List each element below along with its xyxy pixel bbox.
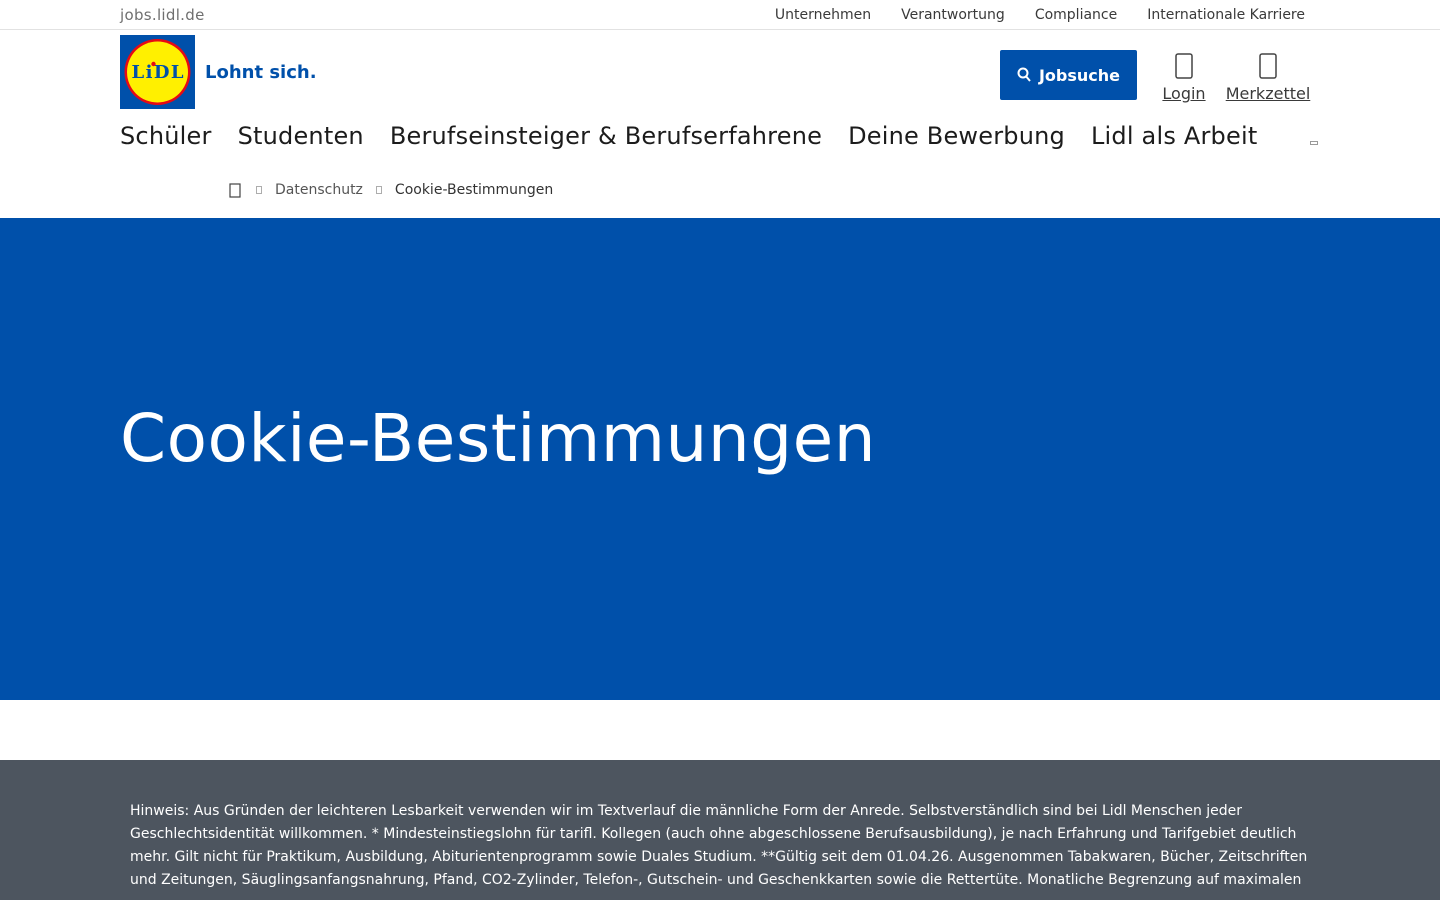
nav-overflow-fade <box>1280 120 1320 160</box>
top-utility-bar: jobs.lidl.de Unternehmen Verantwortung C… <box>0 0 1440 30</box>
chevron-right-icon <box>256 186 262 194</box>
nav-scroll-indicator[interactable] <box>1310 141 1318 145</box>
utility-link-internationale-karriere[interactable]: Internationale Karriere <box>1147 7 1305 23</box>
breadcrumb-item-current: Cookie-Bestimmungen <box>394 182 554 198</box>
merkzettel-label: Merkzettel <box>1225 84 1311 103</box>
page-title: Cookie-Bestimmungen <box>120 400 877 477</box>
main-nav: Schüler Studenten Berufseinsteiger & Beruf… <box>120 122 1320 158</box>
nav-item-lidl-als-arbeitgeber[interactable]: Lidl als Arbeit <box>1091 122 1257 150</box>
footnote-text: Hinweis: Aus Gründen der leichteren Lesb… <box>130 803 1308 888</box>
utility-link-unternehmen[interactable]: Unternehmen <box>775 7 871 23</box>
login-label: Login <box>1162 84 1206 103</box>
lidl-logo[interactable]: LiDL <box>120 35 195 109</box>
search-icon <box>1017 67 1031 82</box>
home-icon[interactable] <box>228 182 242 198</box>
hero-banner: Cookie-Bestimmungen <box>0 218 1440 700</box>
heart-icon <box>1259 53 1277 79</box>
breadcrumb: Datenschutz Cookie-Bestimmungen <box>228 182 553 198</box>
footnote-section: Hinweis: Aus Gründen der leichteren Lesb… <box>0 760 1440 900</box>
jobsearch-button[interactable]: Jobsuche <box>1000 50 1137 100</box>
utility-link-compliance[interactable]: Compliance <box>1035 7 1117 23</box>
site-domain: jobs.lidl.de <box>120 6 205 24</box>
breadcrumb-item-datenschutz[interactable]: Datenschutz <box>275 182 363 198</box>
logo-wordmark: LiDL <box>132 62 184 83</box>
nav-item-studenten[interactable]: Studenten <box>238 122 364 150</box>
slogan: Lohnt sich. <box>205 62 317 83</box>
nav-item-bewerbung[interactable]: Deine Bewerbung <box>848 122 1065 150</box>
utility-link-verantwortung[interactable]: Verantwortung <box>901 7 1005 23</box>
utility-nav: Unternehmen Verantwortung Compliance Int… <box>775 7 1305 23</box>
jobsearch-label: Jobsuche <box>1038 65 1121 85</box>
chevron-right-icon <box>376 186 382 194</box>
nav-item-schueler[interactable]: Schüler <box>120 122 212 150</box>
login-link[interactable]: Login <box>1160 52 1208 103</box>
user-icon <box>1175 53 1193 79</box>
merkzettel-link[interactable]: Merkzettel <box>1224 52 1312 103</box>
nav-item-berufseinsteiger[interactable]: Berufseinsteiger & Berufserfahrene <box>390 122 822 150</box>
